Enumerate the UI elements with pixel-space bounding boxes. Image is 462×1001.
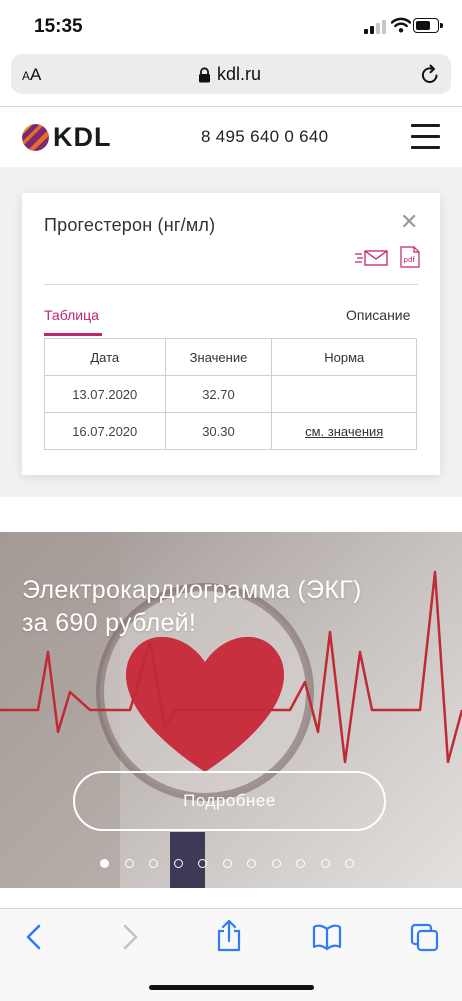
slider-dot[interactable] xyxy=(345,859,354,868)
menu-icon[interactable] xyxy=(411,124,440,149)
status-bar: 15:35 xyxy=(0,0,462,50)
more-button[interactable]: Подробнее xyxy=(73,771,386,831)
column-header-date: Дата xyxy=(44,338,166,376)
tab-table[interactable]: Таблица xyxy=(44,307,99,323)
reload-icon[interactable] xyxy=(420,64,440,85)
column-header-value: Значение xyxy=(164,338,273,376)
site-header: KDL 8 495 640 0 640 xyxy=(0,107,462,167)
url-domain[interactable]: kdl.ru xyxy=(217,64,261,85)
tabs-icon[interactable] xyxy=(410,923,440,953)
kdl-logo-icon xyxy=(22,123,49,151)
close-icon[interactable]: ✕ xyxy=(400,211,418,233)
cell-date: 16.07.2020 xyxy=(44,412,166,450)
result-title: Прогестерон (нг/мл) xyxy=(44,215,216,235)
slider-dot[interactable] xyxy=(271,859,281,868)
battery-icon xyxy=(413,18,443,33)
slider-dot[interactable] xyxy=(173,859,183,868)
text-size-button[interactable]: AA xyxy=(22,65,41,85)
slider-dot[interactable] xyxy=(198,859,207,868)
email-icon[interactable] xyxy=(355,249,389,267)
slider-dot[interactable] xyxy=(100,859,109,868)
kdl-logo[interactable]: KDL xyxy=(22,121,112,153)
tab-description[interactable]: Описание xyxy=(346,307,410,323)
banner-headline-line2: за 690 рублей! xyxy=(22,609,197,637)
share-icon[interactable] xyxy=(215,919,243,953)
results-table: Дата Значение Норма 13.07.2020 32.70 16.… xyxy=(44,338,417,450)
cell-value: 32.70 xyxy=(164,375,273,413)
slider-dot[interactable] xyxy=(320,859,330,868)
divider xyxy=(44,284,418,285)
slider-dot[interactable] xyxy=(222,859,232,868)
cell-norm: см. значения xyxy=(271,412,417,450)
pdf-icon[interactable]: pdf xyxy=(399,246,421,268)
cell-date: 13.07.2020 xyxy=(44,375,166,413)
slider-dots xyxy=(100,859,360,871)
home-indicator xyxy=(149,985,314,990)
see-values-link[interactable]: см. значения xyxy=(305,424,383,439)
browser-address-area: AA kdl.ru xyxy=(0,50,462,107)
svg-text:pdf: pdf xyxy=(404,256,416,264)
slider-dot[interactable] xyxy=(247,859,256,868)
phone-number-link[interactable]: 8 495 640 0 640 xyxy=(201,127,328,147)
table-row: 16.07.2020 30.30 см. значения xyxy=(44,412,417,450)
slider-dot[interactable] xyxy=(296,859,305,868)
cell-value: 30.30 xyxy=(164,412,273,450)
signal-icon xyxy=(364,20,386,34)
promo-banner[interactable]: Электрокардиограмма (ЭКГ) за 690 рублей!… xyxy=(0,532,462,888)
cell-norm xyxy=(271,375,417,413)
logo-text: KDL xyxy=(53,121,112,152)
banner-headline-line1: Электрокардиограмма (ЭКГ) xyxy=(22,576,362,604)
slider-dot[interactable] xyxy=(124,859,134,868)
lock-icon xyxy=(199,67,210,83)
result-card: Прогестерон (нг/мл) ✕ pdf Таблица Описан… xyxy=(22,193,440,475)
table-row: 13.07.2020 32.70 xyxy=(44,375,417,413)
active-tab-indicator xyxy=(44,333,102,336)
forward-icon[interactable] xyxy=(120,923,140,951)
status-time: 15:35 xyxy=(34,16,83,37)
banner-headline: Электрокардиограмма (ЭКГ) за 690 рублей! xyxy=(22,574,422,640)
wifi-icon xyxy=(391,17,411,33)
bookmarks-icon[interactable] xyxy=(312,923,342,951)
back-icon[interactable] xyxy=(24,923,44,951)
table-header-row: Дата Значение Норма xyxy=(44,338,417,376)
address-bar[interactable]: AA kdl.ru xyxy=(11,54,451,94)
slider-dot[interactable] xyxy=(149,859,158,868)
column-header-norm: Норма xyxy=(271,338,417,376)
